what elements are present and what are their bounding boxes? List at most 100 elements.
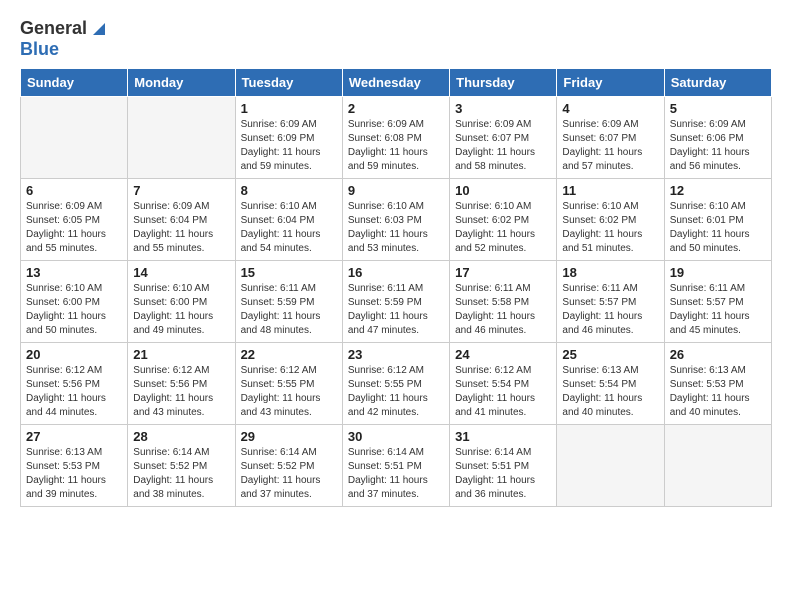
page-header: General Blue [0,0,792,68]
day-info: Sunrise: 6:13 AM Sunset: 5:53 PM Dayligh… [670,364,766,420]
day-number: 9 [348,183,444,198]
day-info: Sunrise: 6:14 AM Sunset: 5:51 PM Dayligh… [348,446,444,502]
calendar-cell: 24 Sunrise: 6:12 AM Sunset: 5:54 PM Dayli… [450,343,557,425]
calendar-week-row: 27Sunrise: 6:13 AM Sunset: 5:53 PM Dayli… [21,425,772,507]
day-number: 10 [455,183,551,198]
day-info: Sunrise: 6:11 AM Sunset: 5:57 PM Dayligh… [670,282,766,338]
weekday-header-sunday: Sunday [21,69,128,97]
day-number: 6 [26,183,122,198]
calendar-cell: 13 Sunrise: 6:10 AM Sunset: 6:00 PM Dayli… [21,261,128,343]
day-number: 26 [670,347,766,362]
day-info: Sunrise: 6:09 AM Sunset: 6:09 PM Dayligh… [241,118,337,174]
day-info: Sunrise: 6:12 AM Sunset: 5:54 PM Dayligh… [455,364,551,420]
day-info: Sunrise: 6:14 AM Sunset: 5:52 PM Dayligh… [133,446,229,502]
calendar-cell: 17Sunrise: 6:11 AM Sunset: 5:58 PM Dayli… [450,261,557,343]
day-number: 21 [133,347,229,362]
day-number: 24 [455,347,551,362]
calendar-week-row: 1 Sunrise: 6:09 AM Sunset: 6:09 PM Daylig… [21,97,772,179]
day-info: Sunrise: 6:10 AM Sunset: 6:02 PM Dayligh… [455,200,551,256]
day-number: 23 [348,347,444,362]
day-number: 1 [241,101,337,116]
day-info: Sunrise: 6:10 AM Sunset: 6:00 PM Dayligh… [26,282,122,338]
calendar-cell: 9 Sunrise: 6:10 AM Sunset: 6:03 PM Daylig… [342,179,449,261]
day-info: Sunrise: 6:12 AM Sunset: 5:56 PM Dayligh… [133,364,229,420]
day-number: 7 [133,183,229,198]
day-info: Sunrise: 6:10 AM Sunset: 6:01 PM Dayligh… [670,200,766,256]
calendar-cell: 6 Sunrise: 6:09 AM Sunset: 6:05 PM Daylig… [21,179,128,261]
calendar-cell: 18 Sunrise: 6:11 AM Sunset: 5:57 PM Dayli… [557,261,664,343]
calendar-table: SundayMondayTuesdayWednesdayThursdayFrid… [20,68,772,507]
calendar-cell: 31 Sunrise: 6:14 AM Sunset: 5:51 PM Dayli… [450,425,557,507]
day-number: 18 [562,265,658,280]
calendar-cell: 5 Sunrise: 6:09 AM Sunset: 6:06 PM Daylig… [664,97,771,179]
day-number: 31 [455,429,551,444]
day-number: 22 [241,347,337,362]
day-number: 19 [670,265,766,280]
day-info: Sunrise: 6:09 AM Sunset: 6:04 PM Dayligh… [133,200,229,256]
calendar-cell: 2Sunrise: 6:09 AM Sunset: 6:08 PM Daylig… [342,97,449,179]
weekday-header-wednesday: Wednesday [342,69,449,97]
calendar-cell: 28 Sunrise: 6:14 AM Sunset: 5:52 PM Dayli… [128,425,235,507]
day-number: 20 [26,347,122,362]
day-info: Sunrise: 6:12 AM Sunset: 5:56 PM Dayligh… [26,364,122,420]
day-info: Sunrise: 6:13 AM Sunset: 5:53 PM Dayligh… [26,446,122,502]
calendar-week-row: 20 Sunrise: 6:12 AM Sunset: 5:56 PM Dayli… [21,343,772,425]
day-info: Sunrise: 6:12 AM Sunset: 5:55 PM Dayligh… [241,364,337,420]
day-info: Sunrise: 6:14 AM Sunset: 5:52 PM Dayligh… [241,446,337,502]
weekday-header-friday: Friday [557,69,664,97]
logo-blue-text: Blue [20,39,59,59]
day-number: 12 [670,183,766,198]
day-number: 14 [133,265,229,280]
day-info: Sunrise: 6:10 AM Sunset: 6:04 PM Dayligh… [241,200,337,256]
day-number: 30 [348,429,444,444]
calendar-cell: 23 Sunrise: 6:12 AM Sunset: 5:55 PM Dayli… [342,343,449,425]
day-info: Sunrise: 6:11 AM Sunset: 5:59 PM Dayligh… [348,282,444,338]
logo-general-text: General [20,18,87,39]
day-number: 2 [348,101,444,116]
calendar-cell [557,425,664,507]
weekday-header-row: SundayMondayTuesdayWednesdayThursdayFrid… [21,69,772,97]
day-info: Sunrise: 6:10 AM Sunset: 6:00 PM Dayligh… [133,282,229,338]
calendar-cell: 3 Sunrise: 6:09 AM Sunset: 6:07 PM Daylig… [450,97,557,179]
day-number: 28 [133,429,229,444]
day-info: Sunrise: 6:11 AM Sunset: 5:57 PM Dayligh… [562,282,658,338]
logo: General Blue [20,18,109,60]
day-number: 17 [455,265,551,280]
weekday-header-saturday: Saturday [664,69,771,97]
calendar-cell: 22 Sunrise: 6:12 AM Sunset: 5:55 PM Dayli… [235,343,342,425]
calendar-cell: 25 Sunrise: 6:13 AM Sunset: 5:54 PM Dayli… [557,343,664,425]
calendar-cell: 21 Sunrise: 6:12 AM Sunset: 5:56 PM Dayli… [128,343,235,425]
day-number: 4 [562,101,658,116]
calendar-cell: 15Sunrise: 6:11 AM Sunset: 5:59 PM Dayli… [235,261,342,343]
calendar-cell: 4Sunrise: 6:09 AM Sunset: 6:07 PM Daylig… [557,97,664,179]
day-info: Sunrise: 6:10 AM Sunset: 6:02 PM Dayligh… [562,200,658,256]
day-info: Sunrise: 6:14 AM Sunset: 5:51 PM Dayligh… [455,446,551,502]
calendar-wrapper: SundayMondayTuesdayWednesdayThursdayFrid… [0,68,792,517]
calendar-cell: 27Sunrise: 6:13 AM Sunset: 5:53 PM Dayli… [21,425,128,507]
day-info: Sunrise: 6:09 AM Sunset: 6:05 PM Dayligh… [26,200,122,256]
calendar-cell: 30 Sunrise: 6:14 AM Sunset: 5:51 PM Dayli… [342,425,449,507]
calendar-cell: 14 Sunrise: 6:10 AM Sunset: 6:00 PM Dayli… [128,261,235,343]
day-number: 13 [26,265,122,280]
logo-triangle-icon [89,17,109,37]
day-info: Sunrise: 6:12 AM Sunset: 5:55 PM Dayligh… [348,364,444,420]
day-number: 5 [670,101,766,116]
calendar-cell: 11 Sunrise: 6:10 AM Sunset: 6:02 PM Dayli… [557,179,664,261]
day-info: Sunrise: 6:10 AM Sunset: 6:03 PM Dayligh… [348,200,444,256]
day-info: Sunrise: 6:09 AM Sunset: 6:07 PM Dayligh… [455,118,551,174]
calendar-week-row: 6 Sunrise: 6:09 AM Sunset: 6:05 PM Daylig… [21,179,772,261]
day-number: 11 [562,183,658,198]
calendar-cell [128,97,235,179]
day-info: Sunrise: 6:09 AM Sunset: 6:06 PM Dayligh… [670,118,766,174]
day-number: 8 [241,183,337,198]
calendar-cell: 10 Sunrise: 6:10 AM Sunset: 6:02 PM Dayli… [450,179,557,261]
calendar-cell [664,425,771,507]
calendar-week-row: 13 Sunrise: 6:10 AM Sunset: 6:00 PM Dayli… [21,261,772,343]
calendar-cell: 16Sunrise: 6:11 AM Sunset: 5:59 PM Dayli… [342,261,449,343]
day-number: 3 [455,101,551,116]
calendar-cell: 1 Sunrise: 6:09 AM Sunset: 6:09 PM Daylig… [235,97,342,179]
weekday-header-thursday: Thursday [450,69,557,97]
calendar-cell: 20 Sunrise: 6:12 AM Sunset: 5:56 PM Dayli… [21,343,128,425]
day-info: Sunrise: 6:13 AM Sunset: 5:54 PM Dayligh… [562,364,658,420]
day-number: 25 [562,347,658,362]
